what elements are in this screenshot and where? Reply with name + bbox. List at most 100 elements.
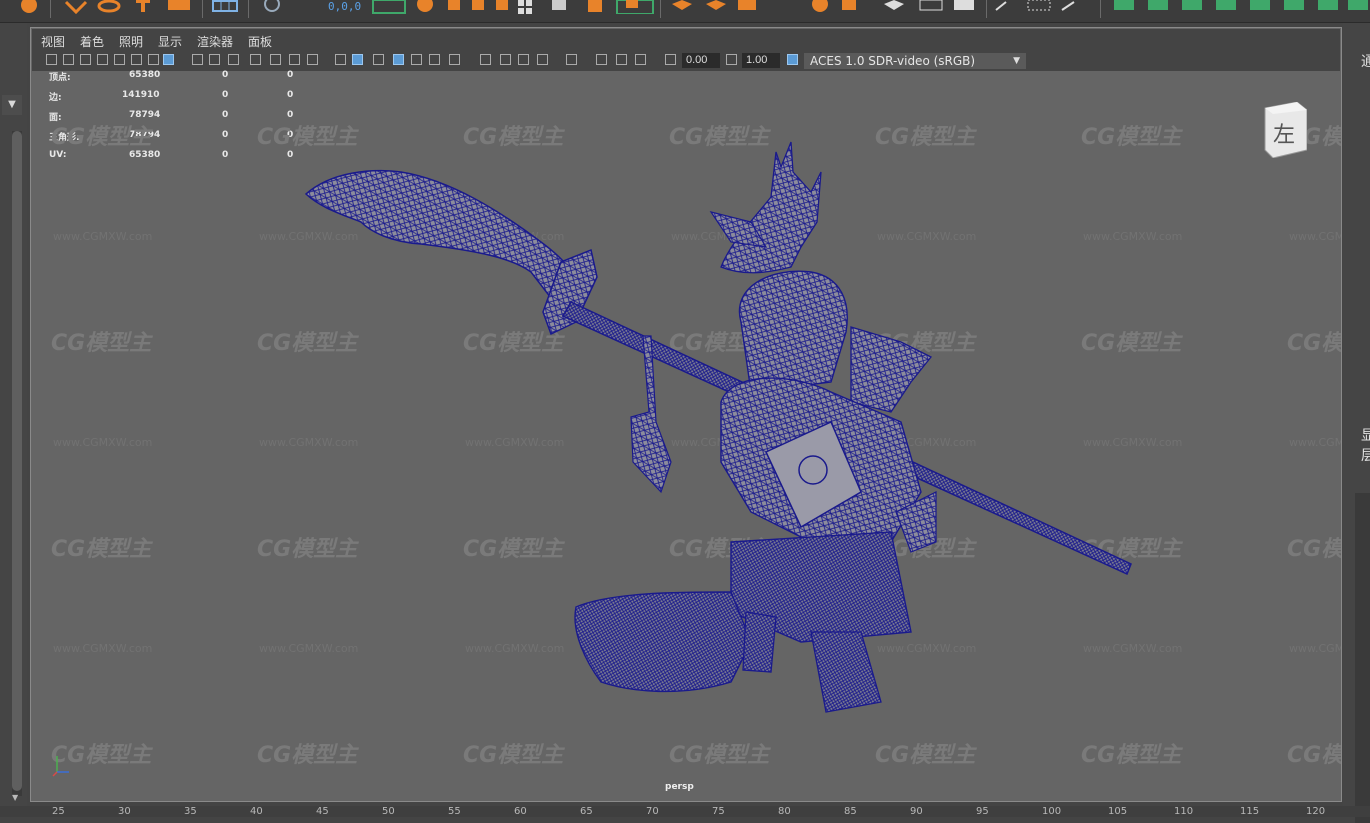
ruler-tick-label: 25: [52, 806, 65, 817]
watermark-url: www.CGMXW.com: [53, 642, 152, 655]
left-leg[interactable]: [742, 611, 777, 673]
shadows-icon[interactable]: [449, 54, 460, 65]
timeline-ruler[interactable]: 25 30 35 40 45 50 55 60 65 70 75 80 85 90 95 100 105 110 1…: [0, 806, 1370, 817]
viewport-scene[interactable]: CG模型主 www.CGMXW.com CG模型主 www.CGMXW.com CG模型…: [31, 72, 1341, 802]
chevron-down-icon[interactable]: ▼: [2, 95, 22, 115]
watermark-logo: CG模型主: [1287, 743, 1341, 768]
resolution-gate-icon[interactable]: [228, 54, 239, 65]
shaded-wireframe-icon[interactable]: [393, 54, 404, 65]
image-plane-icon[interactable]: [97, 54, 108, 65]
menu-show[interactable]: 显示: [158, 33, 182, 50]
select-icon[interactable]: [64, 0, 88, 14]
ruler-tick-label: 45: [316, 806, 329, 817]
right-panel-tab[interactable]: 层: [1361, 445, 1370, 465]
scroll-thumb[interactable]: [12, 131, 22, 791]
lasso-icon[interactable]: [96, 0, 122, 14]
watermark-logo: CG模型主: [1081, 743, 1183, 768]
cube-icon[interactable]: [168, 0, 190, 14]
camera-icon[interactable]: [46, 54, 57, 65]
sphere-icon[interactable]: [414, 0, 436, 14]
shelf-tool-icon[interactable]: [880, 0, 980, 14]
ambient-occlusion-icon[interactable]: [480, 54, 491, 65]
cube-icon[interactable]: [586, 0, 606, 14]
tail[interactable]: [574, 591, 752, 693]
default-material-icon[interactable]: [373, 54, 384, 65]
grid-icon[interactable]: [192, 54, 203, 65]
watermark-url: www.CGMXW.com: [1083, 230, 1182, 243]
watermark-logo: CG模型主: [257, 125, 359, 150]
ruler-tick-label: 35: [184, 806, 197, 817]
watermark-url: www.CGMXW.com: [53, 436, 152, 449]
smooth-shade-icon[interactable]: [352, 54, 363, 65]
field-chart-icon[interactable]: [270, 54, 281, 65]
left-scrollbar[interactable]: [12, 131, 22, 796]
menu-renderer[interactable]: 渲染器: [197, 33, 233, 50]
shelf-tool-icon[interactable]: [16, 0, 42, 14]
camera-attributes-icon[interactable]: [63, 54, 74, 65]
wireframe-icon[interactable]: [335, 54, 346, 65]
pin-icon[interactable]: [114, 54, 125, 65]
right-panel-tab[interactable]: 通: [1361, 51, 1370, 71]
menu-view[interactable]: 视图: [41, 33, 65, 50]
helmet[interactable]: [738, 270, 848, 393]
watermark-layer: CG模型主 www.CGMXW.com CG模型主 www.CGMXW.com CG模型…: [51, 125, 1341, 768]
gate-mask-icon[interactable]: [250, 54, 261, 65]
ruler-tick-label: 105: [1108, 806, 1128, 817]
lights-icon[interactable]: [429, 54, 440, 65]
textured-icon[interactable]: [411, 54, 422, 65]
menu-lighting[interactable]: 照明: [119, 33, 143, 50]
right-leg[interactable]: [810, 631, 882, 713]
character-mesh[interactable]: [304, 141, 1132, 713]
scroll-down-icon[interactable]: ▼: [12, 793, 18, 802]
watermark-url: www.CGMXW.com: [465, 436, 564, 449]
cube-icon[interactable]: [668, 0, 768, 14]
watermark-logo: CG模型主: [875, 125, 977, 150]
ruler-tick-label: 100: [1042, 806, 1062, 817]
bookmark-icon[interactable]: [80, 54, 91, 65]
xray-icon[interactable]: [596, 54, 607, 65]
antlers[interactable]: [720, 141, 822, 274]
watermark-logo: CG模型主: [51, 331, 153, 356]
panel-toolbar: ACES 1.0 SDR-video (sRGB) ▼: [32, 51, 1340, 71]
color-management-icon[interactable]: [787, 54, 798, 65]
anti-alias-icon[interactable]: [518, 54, 529, 65]
ruler-tick-label: 70: [646, 806, 659, 817]
viewport-panel[interactable]: 视图 着色 照明 显示 渲染器 面板 0.00 1.00 ACES 1.0 SD…: [30, 27, 1342, 802]
shelf-tool-icon[interactable]: [994, 0, 1094, 14]
exposure-field[interactable]: [682, 53, 720, 68]
isolate-select-icon[interactable]: [566, 54, 577, 65]
watermark-logo: CG模型主: [1287, 331, 1341, 356]
motion-blur-icon[interactable]: [500, 54, 511, 65]
render-icon[interactable]: [372, 0, 406, 14]
grid-icon[interactable]: [550, 0, 568, 14]
sphere-icon[interactable]: [806, 0, 866, 14]
watermark-logo: CG模型主: [875, 743, 977, 768]
menu-panels[interactable]: 面板: [248, 33, 272, 50]
transform-icon[interactable]: [134, 0, 152, 14]
shelf-tool-icon[interactable]: [1112, 0, 1370, 14]
snap-icon[interactable]: [260, 0, 286, 14]
gamma-field[interactable]: [742, 53, 780, 68]
safe-action-icon[interactable]: [289, 54, 300, 65]
layout-icon[interactable]: [518, 0, 532, 14]
xray-joints-icon[interactable]: [635, 54, 646, 65]
right-panel-tab[interactable]: 显: [1361, 425, 1370, 445]
xray-active-icon[interactable]: [616, 54, 627, 65]
film-gate-icon[interactable]: [209, 54, 220, 65]
key-icon[interactable]: [148, 54, 159, 65]
grease-pencil-icon[interactable]: [131, 54, 142, 65]
right-scrollbar[interactable]: [1355, 493, 1370, 823]
color-space-dropdown[interactable]: ACES 1.0 SDR-video (sRGB) ▼: [804, 53, 1026, 69]
uv-icon[interactable]: [448, 0, 512, 14]
menu-shading[interactable]: 着色: [80, 33, 104, 50]
ruler-tick-label: 80: [778, 806, 791, 817]
ruler-tick-label: 40: [250, 806, 263, 817]
depth-of-field-icon[interactable]: [537, 54, 548, 65]
grid-icon[interactable]: [212, 0, 238, 14]
render-icon[interactable]: [616, 0, 654, 14]
wireframe-on-shaded-icon[interactable]: [163, 54, 174, 65]
view-cube[interactable]: 左: [1259, 102, 1307, 158]
safe-title-icon[interactable]: [307, 54, 318, 65]
watermark-logo: CG模型主: [463, 537, 565, 562]
view-cube-label: 左: [1273, 123, 1295, 148]
